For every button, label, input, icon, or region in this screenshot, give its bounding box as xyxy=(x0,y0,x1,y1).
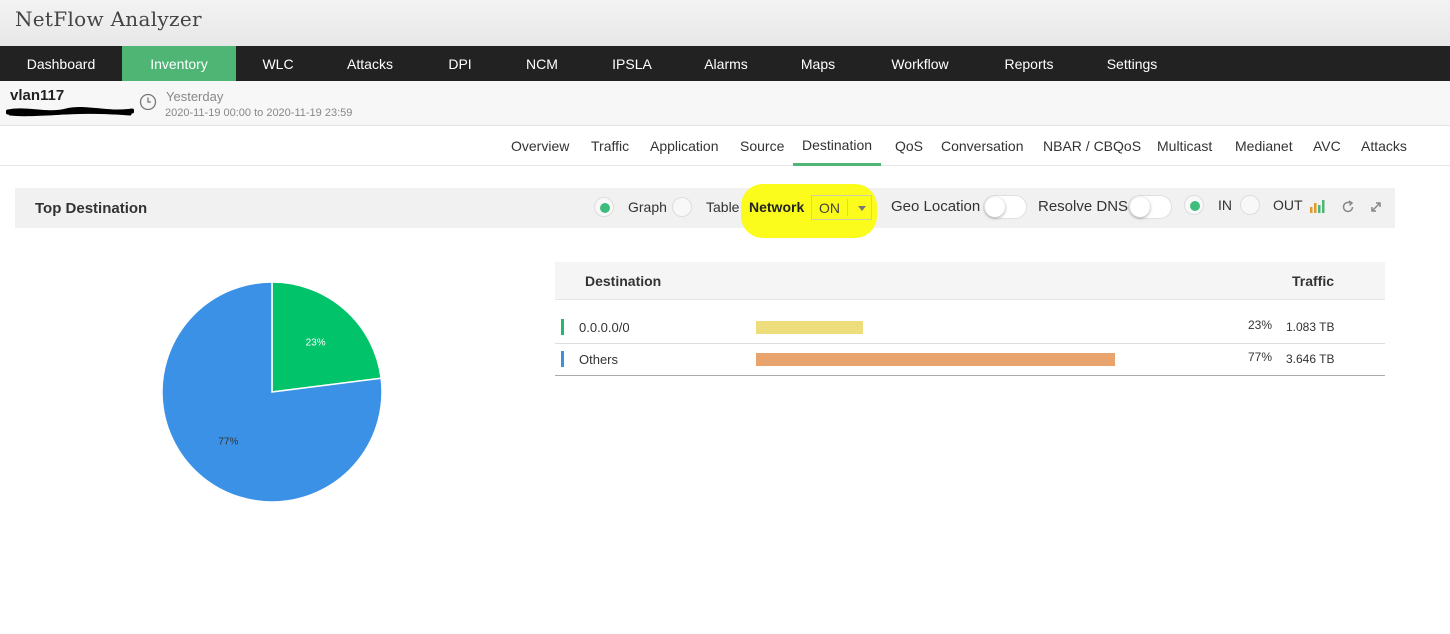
table-radio[interactable] xyxy=(672,197,692,217)
row-percent: 77% xyxy=(1248,350,1273,364)
resolve-dns-label: Resolve DNS xyxy=(1038,198,1129,215)
destination-pie-chart: 23% 77% xyxy=(160,280,384,504)
pie-slice[interactable] xyxy=(271,281,382,393)
pie-slice-label: 77% xyxy=(218,437,238,448)
tab-source[interactable]: Source xyxy=(740,126,784,166)
tab-overview[interactable]: Overview xyxy=(511,126,569,166)
nav-item-ipsla[interactable]: IPSLA xyxy=(584,46,680,81)
dropdown-divider xyxy=(847,199,848,216)
tab-attacks[interactable]: Attacks xyxy=(1361,126,1407,166)
nav-item-settings[interactable]: Settings xyxy=(1082,46,1182,81)
pie-svg: 23% 77% xyxy=(161,281,383,503)
nav-item-workflow[interactable]: Workflow xyxy=(864,46,976,81)
bar-chart-icon[interactable] xyxy=(1309,198,1325,214)
tab-conversation[interactable]: Conversation xyxy=(941,126,1024,166)
tab-destination[interactable]: Destination xyxy=(793,126,882,166)
graph-radio[interactable] xyxy=(594,197,614,217)
tab-medianet[interactable]: Medianet xyxy=(1235,126,1293,166)
app-header: NetFlow Analyzer xyxy=(0,0,1450,46)
nav-item-ncm[interactable]: NCM xyxy=(500,46,584,81)
period-range: 2020-11-19 00:00 to 2020-11-19 23:59 xyxy=(165,107,353,119)
pie-slice-label: 23% xyxy=(306,337,326,348)
app-title: NetFlow Analyzer xyxy=(15,7,202,31)
period-label[interactable]: Yesterday xyxy=(166,89,223,104)
table-header: Destination Traffic xyxy=(555,262,1385,300)
panel-toolbar: Top Destination Graph Table Geo Location… xyxy=(15,188,1395,228)
graph-label[interactable]: Graph xyxy=(628,199,667,215)
nav-item-alarms[interactable]: Alarms xyxy=(680,46,772,81)
chevron-down-icon xyxy=(858,206,866,211)
out-label[interactable]: OUT xyxy=(1273,197,1303,213)
tab-multicast[interactable]: Multicast xyxy=(1157,126,1212,166)
tab-avc[interactable]: AVC xyxy=(1313,126,1341,166)
main-nav: Dashboard Inventory WLC Attacks DPI NCM … xyxy=(0,46,1450,81)
in-label[interactable]: IN xyxy=(1218,197,1232,213)
geo-location-toggle[interactable] xyxy=(983,195,1027,219)
refresh-icon[interactable] xyxy=(1341,200,1355,214)
panel-title: Top Destination xyxy=(35,200,148,217)
table-row[interactable]: Others 77% 3.646 TB xyxy=(555,344,1385,376)
row-color-marker xyxy=(561,319,564,335)
tab-traffic[interactable]: Traffic xyxy=(591,126,629,166)
out-radio[interactable] xyxy=(1240,195,1260,215)
redaction-scribble xyxy=(6,106,134,117)
tab-application[interactable]: Application xyxy=(650,126,719,166)
header-destination: Destination xyxy=(585,273,662,289)
device-name: vlan117 xyxy=(10,87,65,104)
row-traffic-bar xyxy=(756,321,863,334)
row-volume: 3.646 TB xyxy=(1286,352,1335,366)
nav-item-wlc[interactable]: WLC xyxy=(236,46,320,81)
row-percent: 23% xyxy=(1248,318,1273,332)
row-destination[interactable]: Others xyxy=(579,352,618,367)
header-traffic: Traffic xyxy=(1292,273,1335,289)
report-tabs: Overview Traffic Application Source Dest… xyxy=(0,126,1450,166)
table-label[interactable]: Table xyxy=(706,199,739,215)
nav-item-dpi[interactable]: DPI xyxy=(420,46,500,81)
clock-icon[interactable] xyxy=(139,93,157,111)
nav-item-attacks[interactable]: Attacks xyxy=(320,46,420,81)
table-row[interactable]: 0.0.0.0/0 23% 1.083 TB xyxy=(555,312,1385,344)
nav-item-reports[interactable]: Reports xyxy=(976,46,1082,81)
tab-nbar-cbqos[interactable]: NBAR / CBQoS xyxy=(1043,126,1141,166)
in-radio[interactable] xyxy=(1184,195,1204,215)
nav-item-inventory[interactable]: Inventory xyxy=(122,46,236,81)
row-destination[interactable]: 0.0.0.0/0 xyxy=(579,320,630,335)
row-volume: 1.083 TB xyxy=(1286,320,1335,334)
expand-icon[interactable] xyxy=(1370,201,1382,213)
table-spacer xyxy=(555,300,1385,312)
destination-table: Destination Traffic 0.0.0.0/0 23% 1.083 … xyxy=(555,262,1385,376)
row-color-marker xyxy=(561,351,564,367)
network-dropdown-value: ON xyxy=(819,200,840,216)
nav-item-dashboard[interactable]: Dashboard xyxy=(0,46,122,81)
tab-qos[interactable]: QoS xyxy=(895,126,923,166)
nav-item-maps[interactable]: Maps xyxy=(772,46,864,81)
network-dropdown[interactable]: ON xyxy=(811,195,872,220)
device-bar: vlan117 Yesterday 2020-11-19 00:00 to 20… xyxy=(0,81,1450,126)
row-traffic-bar xyxy=(756,353,1115,366)
resolve-dns-toggle[interactable] xyxy=(1128,195,1172,219)
network-label: Network xyxy=(749,199,805,215)
geo-location-label: Geo Location xyxy=(891,198,981,215)
